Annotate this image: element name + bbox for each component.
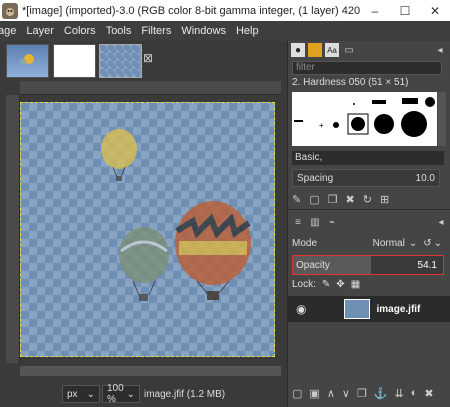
opacity-value: 54.1 [417, 259, 437, 271]
spacing-value: 10.0 [415, 172, 435, 184]
horizontal-ruler [20, 81, 281, 95]
image-tab-blank[interactable] [53, 44, 96, 78]
open-brush-icon[interactable]: ⊞ [380, 193, 389, 206]
lock-pixels-icon[interactable]: ✎ [322, 279, 330, 290]
minimize-button[interactable]: – [360, 0, 390, 21]
layers-tab-icon[interactable]: ≡ [291, 215, 305, 229]
balloons-image [101, 129, 251, 301]
pattern-icon[interactable] [308, 43, 322, 57]
zoom-selector[interactable]: 100 % ⌄ [102, 383, 140, 405]
delete-layer-icon[interactable]: ✖ [424, 387, 433, 400]
current-brush-name: 2. Hardness 050 (51 × 51) [292, 77, 409, 88]
window-title: *[image] (imported)-3.0 (RGB color 8-bit… [22, 4, 360, 17]
unit-value: px [67, 388, 78, 400]
gimp-app-icon [2, 2, 18, 19]
lock-row: Lock: ✎ ✥ ▦ [292, 279, 360, 290]
menu-help[interactable]: Help [236, 25, 259, 37]
vertical-ruler [6, 95, 20, 363]
maximize-button[interactable]: ☐ [390, 0, 420, 21]
lock-alpha-icon[interactable]: ▦ [351, 279, 360, 290]
channels-tab-icon[interactable]: ▥ [308, 215, 322, 229]
image-canvas[interactable] [20, 102, 275, 357]
layer-thumbnail [344, 299, 371, 319]
layer-name: image.jfif [376, 303, 421, 315]
font-icon[interactable]: Aa [325, 43, 339, 57]
brush-grid-scrollbar[interactable] [438, 92, 446, 146]
refresh-brushes-icon[interactable]: ↻ [363, 193, 372, 206]
menu-windows[interactable]: Windows [181, 25, 226, 37]
mode-value[interactable]: Normal [373, 238, 405, 249]
layer-dock-tabs: ≡ ▥ ⌁ ◂ [288, 213, 450, 231]
new-brush-icon[interactable]: ▢ [309, 193, 319, 206]
close-tab-icon[interactable]: ⊠ [143, 51, 153, 65]
menu-bar: age Layer Colors Tools Filters Windows H… [0, 21, 450, 41]
menu-filters[interactable]: Filters [141, 25, 171, 37]
unit-selector[interactable]: px ⌄ [62, 385, 100, 403]
brush-presets[interactable]: Basic, [292, 151, 444, 165]
anchor-layer-icon[interactable]: ⚓ [374, 387, 388, 400]
document-icon[interactable]: ▭ [342, 43, 356, 57]
window-title-bar: *[image] (imported)-3.0 (RGB color 8-bit… [0, 0, 450, 21]
chevron-down-icon: ⌄ [86, 388, 95, 400]
dock-panel: ● Aa ▭ ◂ filter 2. Hardness 050 (51 × 51… [287, 41, 450, 407]
menu-colors[interactable]: Colors [64, 25, 96, 37]
opacity-label: Opacity [296, 259, 330, 271]
dock-menu-icon[interactable]: ◂ [433, 43, 447, 57]
chevron-down-icon[interactable]: ⌄ [409, 238, 417, 249]
layer-mode-row: Mode Normal ⌄ ↺ ⌄ [292, 234, 442, 252]
brush-filter-input[interactable]: filter [292, 61, 442, 75]
image-tabs: ⊠ [0, 41, 287, 81]
divider [288, 209, 450, 210]
layer-row[interactable]: ◉ image.jfif [288, 296, 450, 322]
lock-label: Lock: [292, 279, 316, 290]
merge-layer-icon[interactable]: ⇊ [395, 387, 404, 400]
chevron-down-icon: ⌄ [126, 388, 135, 400]
image-tab-active[interactable] [99, 44, 142, 78]
opacity-fill: Opacity [293, 256, 371, 274]
spacing-label: Spacing [297, 172, 334, 184]
brush-dock-tabs: ● Aa ▭ ◂ [288, 41, 450, 59]
edit-brush-icon[interactable]: ✎ [292, 193, 301, 206]
horizontal-scrollbar[interactable] [20, 366, 281, 376]
dock-menu-icon[interactable]: ◂ [434, 215, 448, 229]
close-button[interactable]: ✕ [420, 0, 450, 21]
raise-layer-icon[interactable]: ∧ [327, 387, 335, 400]
menu-layer[interactable]: Layer [26, 25, 54, 37]
file-info: image.jfif (1.2 MB) [144, 388, 226, 400]
opacity-slider[interactable]: Opacity 54.1 [292, 255, 444, 275]
paths-tab-icon[interactable]: ⌁ [325, 215, 339, 229]
mask-layer-icon[interactable]: ◐ [411, 387, 418, 400]
zoom-value: 100 % [107, 383, 124, 405]
lower-layer-icon[interactable]: ∨ [342, 387, 350, 400]
delete-brush-icon[interactable]: ✖ [346, 193, 355, 206]
preset-value: Basic, [295, 152, 323, 163]
brush-icon[interactable]: ● [291, 43, 305, 57]
brush-action-buttons: ✎ ▢ ❐ ✖ ↻ ⊞ [292, 193, 389, 206]
reset-mode-icon[interactable]: ↺ [423, 238, 431, 249]
chevron-down-icon[interactable]: ⌄ [434, 238, 442, 249]
duplicate-brush-icon[interactable]: ❐ [328, 193, 338, 206]
new-layer-icon[interactable]: ▢ [292, 387, 302, 400]
menu-tools[interactable]: Tools [106, 25, 132, 37]
image-tab-thumbnail[interactable] [6, 44, 49, 78]
spacing-slider[interactable]: Spacing 10.0 [292, 169, 440, 187]
visibility-eye-icon[interactable]: ◉ [296, 302, 306, 316]
svg-text:+: + [319, 121, 324, 130]
brush-grid[interactable]: + [292, 92, 437, 146]
mode-label: Mode [292, 237, 318, 249]
status-bar: px ⌄ 100 % ⌄ image.jfif (1.2 MB) [0, 381, 287, 407]
layer-action-buttons: ▢ ▣ ∧ ∨ ❐ ⚓ ⇊ ◐ ✖ [292, 387, 434, 400]
duplicate-layer-icon[interactable]: ❐ [357, 387, 367, 400]
lock-position-icon[interactable]: ✥ [336, 279, 344, 290]
new-layer-group-icon[interactable]: ▣ [309, 387, 319, 400]
menu-image[interactable]: age [0, 25, 16, 37]
